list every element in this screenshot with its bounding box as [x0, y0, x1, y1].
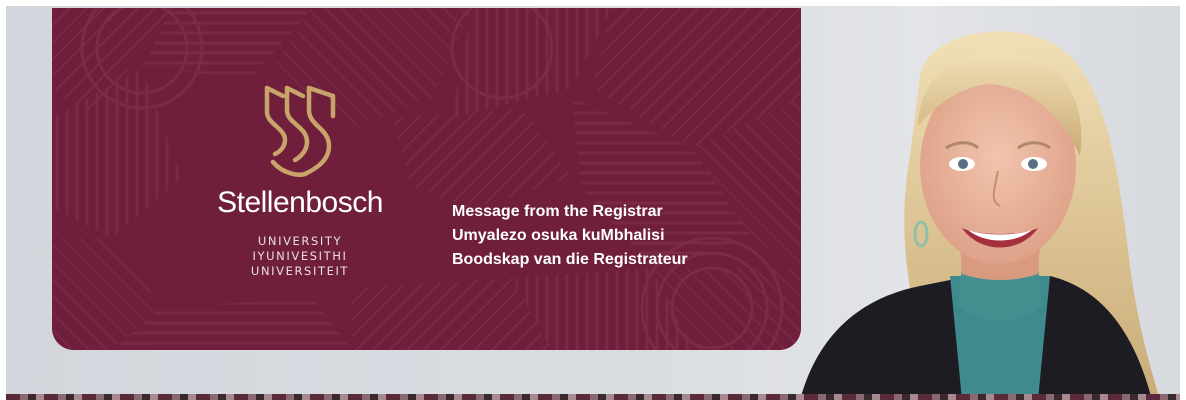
registrar-message-banner: Stellenbosch UNIVERSITY IYUNIVESITHI UNI…	[0, 0, 1186, 400]
stellenbosch-logo-icon	[264, 85, 336, 177]
maroon-brand-panel: Stellenbosch UNIVERSITY IYUNIVESITHI UNI…	[52, 8, 801, 350]
university-subtitle: UNIVERSITY IYUNIVESITHI UNIVERSITEIT	[202, 234, 398, 279]
bottom-decorative-strip	[6, 394, 1180, 400]
subtitle-line-afrikaans: UNIVERSITEIT	[250, 264, 350, 278]
subtitle-line-english: UNIVERSITY	[257, 234, 343, 248]
message-title-english: Message from the Registrar	[452, 203, 663, 220]
registrar-portrait-photo	[800, 31, 1160, 400]
university-wordmark: Stellenbosch	[217, 186, 383, 219]
message-title-xhosa: Umyalezo osuka kuMbhalisi	[452, 227, 665, 244]
subtitle-line-xhosa: IYUNIVESITHI	[252, 249, 348, 263]
registrar-message-titles: Message from the Registrar Umyalezo osuk…	[452, 200, 688, 272]
message-title-afrikaans: Boodskap van die Registrateur	[452, 251, 688, 268]
geometric-pattern	[52, 8, 801, 350]
